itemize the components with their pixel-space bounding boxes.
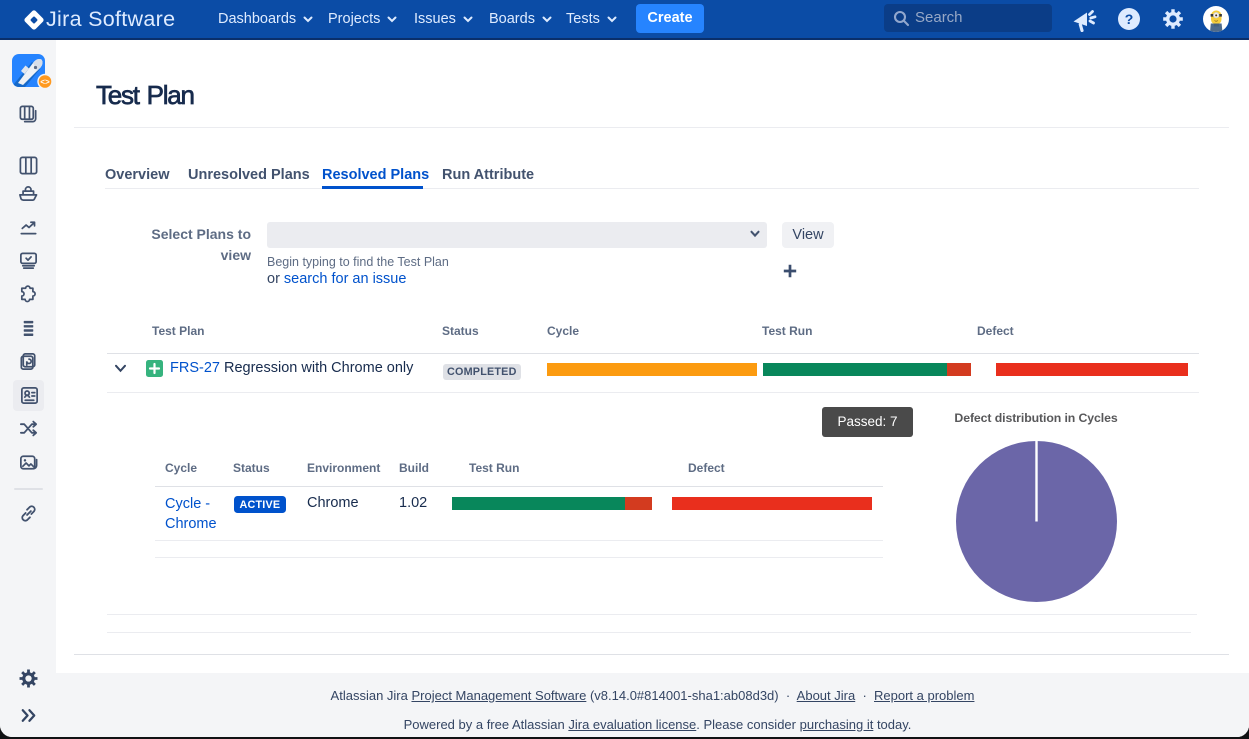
svg-text:<>: <> <box>40 78 50 87</box>
svg-text:?: ? <box>1125 11 1134 27</box>
